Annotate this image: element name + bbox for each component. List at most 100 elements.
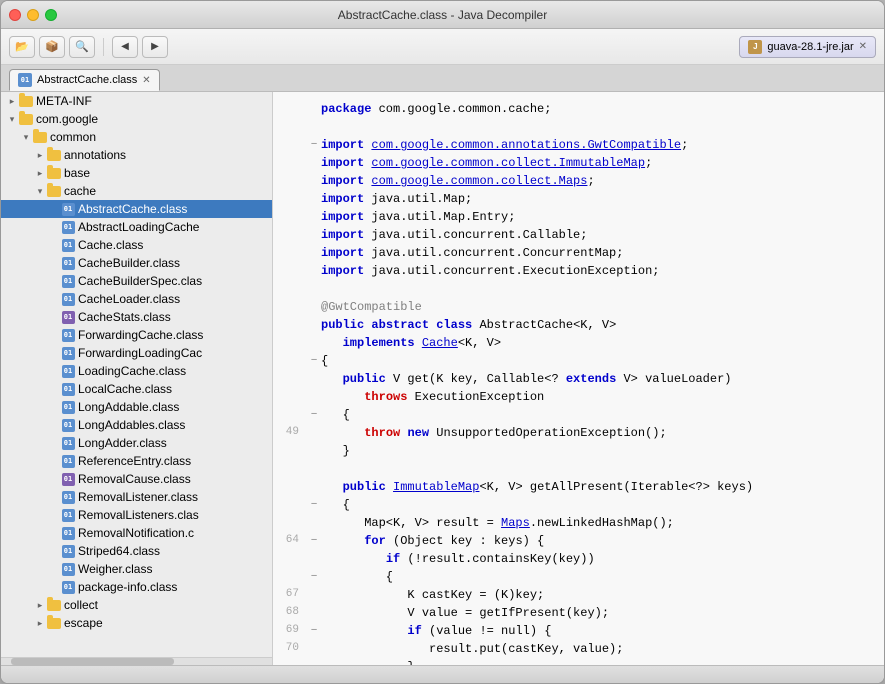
sidebar-item-cache-builder[interactable]: 01 CacheBuilder.class [1,254,272,272]
cache-builder-icon: 01 [61,256,75,270]
sidebar-item-escape[interactable]: escape [1,614,272,632]
weigher-icon: 01 [61,562,75,576]
code-line-throws: throws ExecutionException [273,388,884,406]
sidebar-item-long-addables[interactable]: 01 LongAddables.class [1,416,272,434]
cache-stats-leaf [47,310,61,324]
open-file-button[interactable]: 📂 [9,36,35,58]
removal-notification-icon: 01 [61,526,75,540]
annotations-label: annotations [64,148,126,162]
sidebar-item-com-google[interactable]: com.google [1,110,272,128]
long-addables-icon: 01 [61,418,75,432]
sidebar-item-long-addable[interactable]: 01 LongAddable.class [1,398,272,416]
sidebar-item-removal-listener[interactable]: 01 RemovalListener.class [1,488,272,506]
code-line-import5: import java.util.Map.Entry; [273,208,884,226]
fold-getallpresent-body[interactable]: − [307,496,321,514]
fold-class-body[interactable]: − [307,352,321,370]
common-label: common [50,130,96,144]
sidebar-item-weigher[interactable]: 01 Weigher.class [1,560,272,578]
sidebar-item-striped64[interactable]: 01 Striped64.class [1,542,272,560]
abstract-cache-tab[interactable]: 01 AbstractCache.class ✕ [9,69,160,91]
code-line-blank2 [273,280,884,298]
package-info-icon: 01 [61,580,75,594]
code-line-if-contains: if (!result.containsKey(key)) [273,550,884,568]
code-line-getallpresent-open: − { [273,496,884,514]
code-line-if-value-close: } [273,658,884,665]
sidebar-item-reference-entry[interactable]: 01 ReferenceEntry.class [1,452,272,470]
code-line-import7: import java.util.concurrent.ConcurrentMa… [273,244,884,262]
fold-get-body[interactable]: − [307,406,321,424]
code-line-class-decl: public abstract class AbstractCache<K, V… [273,316,884,334]
fold-if-body[interactable]: − [307,568,321,586]
code-line-implements: implements Cache<K, V> [273,334,884,352]
sidebar-item-local-cache[interactable]: 01 LocalCache.class [1,380,272,398]
abstract-cache-label: AbstractCache.class [78,202,187,216]
abstract-loading-cache-label: AbstractLoadingCache [78,220,199,234]
sidebar-item-cache-builder-spec[interactable]: 01 CacheBuilderSpec.clas [1,272,272,290]
back-button[interactable]: ◀ [112,36,138,58]
sidebar-horizontal-scrollbar[interactable] [1,657,272,665]
common-folder-icon [33,130,47,144]
sidebar-item-removal-notification[interactable]: 01 RemovalNotification.c [1,524,272,542]
sidebar-item-cache-loader[interactable]: 01 CacheLoader.class [1,290,272,308]
removal-cause-label: RemovalCause.class [78,472,191,486]
sidebar-item-cache-class[interactable]: 01 Cache.class [1,236,272,254]
fold-for[interactable]: − [307,532,321,550]
sidebar-item-forwarding-loading-cache[interactable]: 01 ForwardingLoadingCac [1,344,272,362]
com-google-label: com.google [36,112,98,126]
minimize-button[interactable] [27,9,39,21]
code-line-class-open: − { [273,352,884,370]
long-addables-label: LongAddables.class [78,418,185,432]
sidebar-item-removal-cause[interactable]: 01 RemovalCause.class [1,470,272,488]
sidebar-item-abstract-cache[interactable]: 01 AbstractCache.class [1,200,272,218]
sidebar-item-package-info[interactable]: 01 package-info.class [1,578,272,596]
back-icon: ◀ [121,41,129,52]
search-button[interactable]: 🔍 [69,36,95,58]
sidebar-item-abstract-loading-cache[interactable]: 01 AbstractLoadingCache [1,218,272,236]
sidebar-item-forwarding-cache[interactable]: 01 ForwardingCache.class [1,326,272,344]
removal-listeners-leaf [47,508,61,522]
sidebar-item-common[interactable]: common [1,128,272,146]
loading-cache-leaf [47,364,61,378]
escape-label: escape [64,616,103,630]
sidebar-item-collect[interactable]: collect [1,596,272,614]
main-content: META-INF com.google common [1,92,884,665]
forward-button[interactable]: ▶ [142,36,168,58]
sidebar: META-INF com.google common [1,92,272,657]
long-addable-icon: 01 [61,400,75,414]
fold-import-group[interactable]: − [307,136,321,154]
code-line-annotation: @GwtCompatible [273,298,884,316]
forwarding-loading-cache-icon: 01 [61,346,75,360]
code-line-get-close: } [273,442,884,460]
sidebar-item-loading-cache[interactable]: 01 LoadingCache.class [1,362,272,380]
code-line-if-open: − { [273,568,884,586]
traffic-lights [9,9,57,21]
package-info-label: package-info.class [78,580,177,594]
code-line-import4: import java.util.Map; [273,190,884,208]
sidebar-item-removal-listeners[interactable]: 01 RemovalListeners.clas [1,506,272,524]
removal-cause-leaf [47,472,61,486]
jar-tab-close[interactable]: ✕ [859,41,867,52]
sidebar-item-long-adder[interactable]: 01 LongAdder.class [1,434,272,452]
abstract-cache-tab-close[interactable]: ✕ [142,75,150,86]
jar-tab[interactable]: J guava-28.1-jre.jar ✕ [739,36,876,58]
code-line-import8: import java.util.concurrent.ExecutionExc… [273,262,884,280]
sidebar-item-annotations[interactable]: annotations [1,146,272,164]
cache-builder-label: CacheBuilder.class [78,256,180,270]
base-folder-icon [47,166,61,180]
close-button[interactable] [9,9,21,21]
abstract-cache-class-icon: 01 [61,202,75,216]
escape-folder-icon [47,616,61,630]
code-panel[interactable]: package com.google.common.cache; − impor… [273,92,884,665]
maximize-button[interactable] [45,9,57,21]
open-jar-button[interactable]: 📦 [39,36,65,58]
toolbar-separator [103,38,104,56]
code-line-import6: import java.util.concurrent.Callable; [273,226,884,244]
sidebar-item-cache[interactable]: cache [1,182,272,200]
fold-if-value[interactable]: − [307,622,321,640]
collect-arrow [33,598,47,612]
sidebar-item-meta-inf[interactable]: META-INF [1,92,272,110]
sidebar-item-base[interactable]: base [1,164,272,182]
sidebar-item-cache-stats[interactable]: 01 CacheStats.class [1,308,272,326]
cache-builder-spec-icon: 01 [61,274,75,288]
weigher-label: Weigher.class [78,562,152,576]
